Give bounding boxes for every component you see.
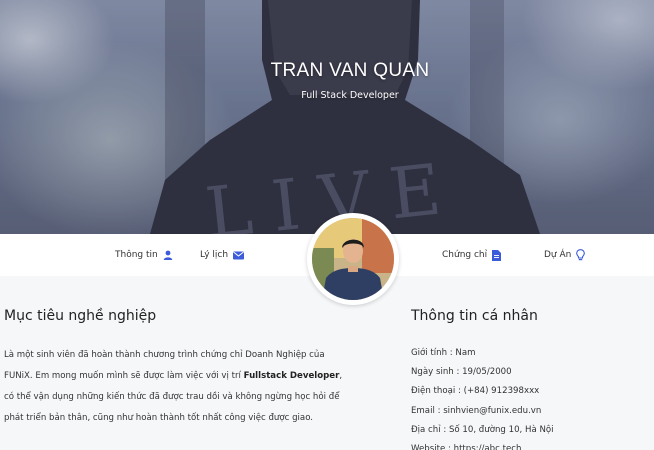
document-icon xyxy=(492,249,502,261)
info-birthdate: Ngày sinh : 19/05/2000 xyxy=(411,367,512,378)
hero-name: TRAN VAN QUAN xyxy=(270,60,430,81)
info-website: Website : https://abc.tech xyxy=(411,444,522,450)
hero-role: Full Stack Developer xyxy=(301,90,399,101)
objective-title: Mục tiêu nghề nghiệp xyxy=(4,308,157,324)
user-icon xyxy=(163,250,172,260)
avatar xyxy=(307,213,399,305)
nav-item-label: Thông tin xyxy=(115,250,158,260)
nav-item-du-an[interactable]: Dự Án xyxy=(544,234,586,276)
nav-item-ly-lich[interactable]: Lý lịch xyxy=(200,234,245,276)
hero-banner: LIVE TRAN VAN QUAN Full Stack Developer xyxy=(0,0,654,234)
personal-info-list: Giới tính : Nam Ngày sinh : 19/05/2000 Đ… xyxy=(411,344,554,450)
hero-overlay xyxy=(0,0,654,234)
nav-item-label: Dự Án xyxy=(544,250,572,260)
objective-text: Là một sinh viên đã hoàn thành chương tr… xyxy=(4,345,349,429)
lightbulb-icon xyxy=(576,249,586,261)
nav-item-label: Chứng chỉ xyxy=(442,250,488,260)
info-email: Email : sinhvien@funix.edu.vn xyxy=(411,405,542,416)
nav-item-label: Lý lịch xyxy=(200,250,229,260)
nav-item-chung-chi[interactable]: Chứng chỉ xyxy=(442,234,502,276)
personal-info-title: Thông tin cá nhân xyxy=(411,308,538,324)
envelope-icon xyxy=(233,251,245,259)
info-phone: Điện thoại : (+84) 912398xxx xyxy=(411,386,540,397)
info-gender: Giới tính : Nam xyxy=(411,348,476,358)
nav-item-thong-tin[interactable]: Thông tin xyxy=(115,234,173,276)
objective-highlight: Fullstack Developer xyxy=(243,371,340,381)
avatar-photo xyxy=(312,218,394,300)
info-address: Địa chỉ : Số 10, đường 10, Hà Nội xyxy=(411,424,554,435)
